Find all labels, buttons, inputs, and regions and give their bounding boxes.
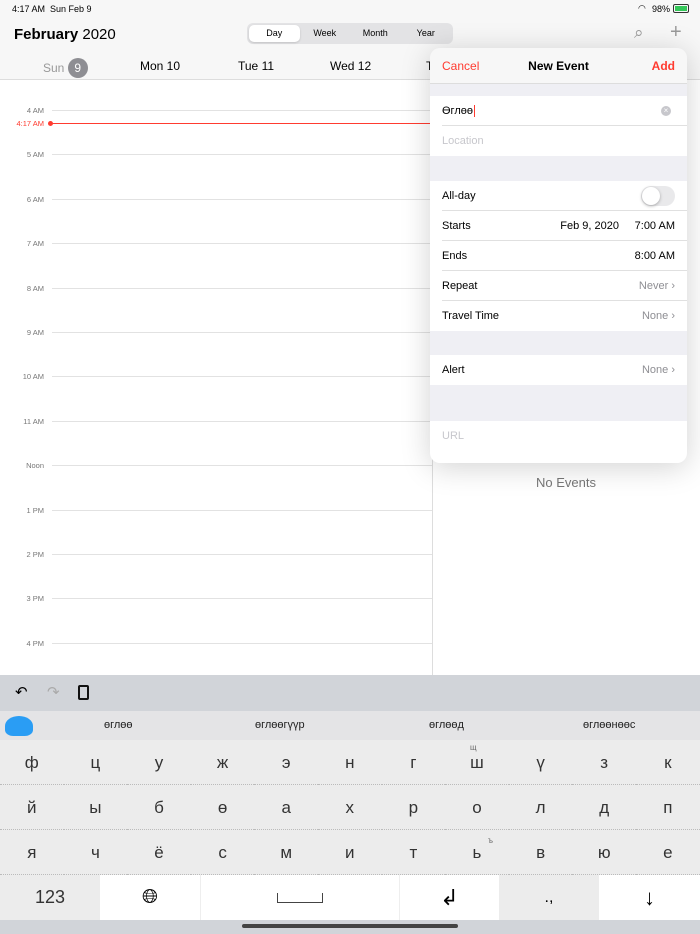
dismiss-keyboard-icon[interactable]: ↓ (599, 875, 700, 920)
tab-week[interactable]: Week (300, 25, 351, 42)
chevron-right-icon: › (671, 280, 675, 292)
redo-icon[interactable]: ↷ (47, 683, 60, 701)
wifi-icon: ◠ (638, 3, 646, 13)
starts-row[interactable]: Starts Feb 9, 2020 7:00 AM (430, 211, 687, 241)
keyboard-logo-icon (5, 716, 33, 736)
punctuation-key[interactable]: ., (499, 875, 599, 920)
tab-month[interactable]: Month (350, 25, 401, 42)
home-indicator (242, 924, 458, 928)
key[interactable]: е (636, 830, 700, 875)
status-time: 4:17 AM (12, 4, 46, 14)
key[interactable]: х (318, 785, 382, 830)
hour-label: 3 PM (26, 594, 44, 604)
key[interactable]: н (318, 740, 382, 785)
key[interactable]: я (0, 830, 64, 875)
globe-icon[interactable]: 🌐︎ (100, 875, 200, 920)
new-event-popover: Cancel New Event Add Өглөө × Location All… (430, 48, 687, 463)
ends-row[interactable]: Ends 8:00 AM (430, 241, 687, 271)
key[interactable]: о (445, 785, 509, 830)
hour-label: 4 AM (26, 106, 44, 115)
suggestion[interactable]: өглөөд (429, 711, 464, 740)
hour-label: 8 AM (26, 283, 44, 293)
add-button[interactable]: Add (652, 48, 675, 84)
numbers-key[interactable]: 123 (0, 875, 100, 920)
alert-row[interactable]: Alert None › (430, 355, 687, 385)
page-title: February 2020 (14, 26, 116, 43)
key[interactable]: ф (0, 740, 64, 785)
repeat-row[interactable]: Repeat Never › (430, 271, 687, 301)
hour-label: 1 PM (26, 505, 44, 515)
key[interactable]: д (572, 785, 636, 830)
return-icon[interactable]: ↲ (399, 875, 499, 920)
suggestion[interactable]: өглөө (104, 711, 133, 740)
search-icon[interactable]: ⌕ (634, 23, 644, 43)
key[interactable]: ч (63, 830, 128, 875)
title-field[interactable]: Өглөө × (430, 96, 687, 126)
status-date: Sun Feb 9 (50, 4, 92, 14)
key[interactable]: и (318, 830, 382, 875)
key[interactable]: а (254, 785, 318, 830)
key[interactable]: ц (63, 740, 128, 785)
cancel-button[interactable]: Cancel (442, 48, 479, 84)
hour-label: 5 AM (26, 150, 44, 160)
key[interactable]: ё (127, 830, 191, 875)
chevron-right-icon: › (671, 310, 675, 322)
add-event-icon[interactable]: + (670, 21, 682, 44)
key[interactable]: у (127, 740, 191, 785)
key[interactable]: г (381, 740, 446, 785)
allday-row: All-day (430, 181, 687, 211)
key[interactable]: т (381, 830, 446, 875)
day-sun[interactable]: Sun 9 (43, 58, 88, 78)
suggestion[interactable]: өглөөнөөс (583, 711, 635, 740)
key[interactable]: ы (63, 785, 128, 830)
key[interactable]: м (254, 830, 318, 875)
tab-day[interactable]: Day (249, 25, 300, 42)
undo-icon[interactable]: ↶ (15, 683, 28, 701)
day-tue[interactable]: Tue 11 (238, 59, 274, 73)
key[interactable]: к (636, 740, 700, 785)
key[interactable]: ь (445, 830, 509, 875)
tab-year[interactable]: Year (401, 25, 452, 42)
key[interactable]: э (254, 740, 318, 785)
hour-label: 7 AM (26, 239, 44, 249)
status-bar: 4:17 AM Sun Feb 9 ◠ 98% (0, 0, 700, 18)
space-key[interactable] (200, 875, 399, 920)
key[interactable]: ө (190, 785, 255, 830)
key[interactable]: р (381, 785, 446, 830)
day-wed[interactable]: Wed 12 (330, 59, 371, 73)
key[interactable]: ү (508, 740, 573, 785)
key[interactable]: б (127, 785, 191, 830)
hour-label: 2 PM (26, 550, 44, 559)
alt-key-hint: ъ (488, 836, 493, 845)
travel-time-row[interactable]: Travel Time None › (430, 301, 687, 331)
key[interactable]: ж (190, 740, 255, 785)
location-field[interactable]: Location (430, 126, 687, 156)
hour-label: 4 PM (26, 638, 44, 648)
key[interactable]: п (636, 785, 700, 830)
battery-icon (673, 4, 689, 13)
key[interactable]: з (572, 740, 636, 785)
hour-label: 6 AM (26, 194, 44, 204)
key[interactable]: й (0, 785, 64, 830)
key[interactable]: с (190, 830, 255, 875)
chevron-right-icon: › (671, 364, 675, 376)
alt-key-hint: щ (470, 743, 477, 752)
hour-label: 9 AM (26, 328, 44, 337)
hour-label: Noon (26, 461, 44, 471)
key[interactable]: в (508, 830, 573, 875)
no-events-label: No Events (536, 475, 596, 490)
key[interactable]: л (508, 785, 573, 830)
key[interactable]: ю (572, 830, 636, 875)
hour-label: 11 AM (23, 416, 44, 426)
view-switcher: Day Week Month Year (247, 23, 453, 44)
url-field[interactable]: URL (430, 421, 687, 451)
paste-icon[interactable] (78, 685, 89, 700)
hour-label: 10 AM (22, 372, 44, 382)
suggestion[interactable]: өглөөгүүр (255, 711, 305, 740)
clear-icon[interactable]: × (661, 106, 671, 116)
day-mon[interactable]: Mon 10 (140, 59, 180, 73)
current-time-indicator: 4:17 AM (0, 119, 432, 128)
allday-toggle[interactable] (641, 186, 675, 206)
battery-percent: 98% (652, 4, 671, 14)
